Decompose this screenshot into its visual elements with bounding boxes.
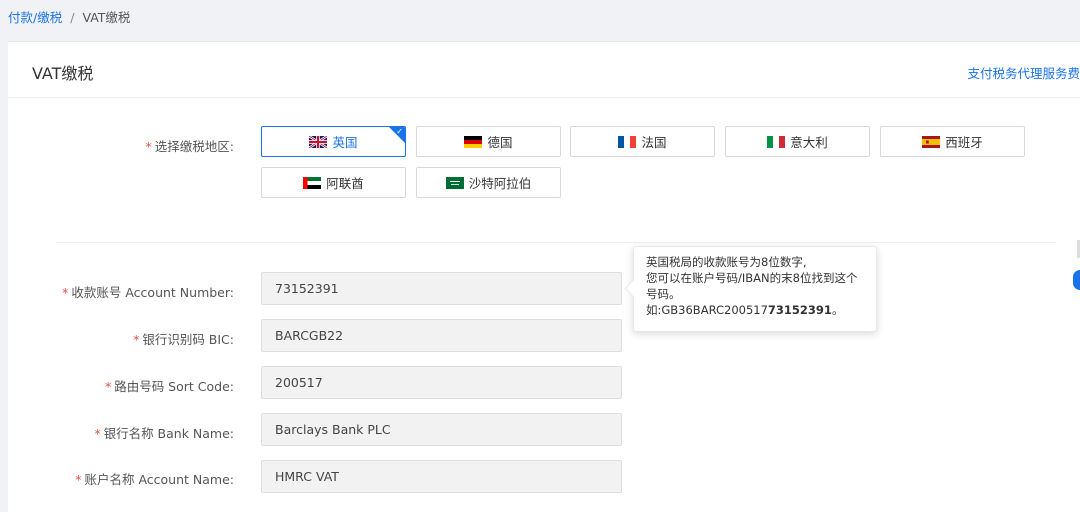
breadcrumb-parent-link[interactable]: 付款/缴税 — [8, 10, 62, 25]
required-mark: * — [145, 139, 152, 154]
bank-name-label: * 银行名称 Bank Name: — [94, 426, 234, 441]
account-name-label: * 账户名称 Account Name: — [75, 472, 234, 487]
region-option-uae[interactable]: 阿联酋 — [261, 167, 406, 198]
breadcrumb-separator: / — [70, 10, 75, 25]
floating-help-button[interactable] — [1073, 270, 1080, 290]
uk-flag-icon — [309, 135, 328, 148]
region-option-germany[interactable]: 德国 — [416, 126, 561, 157]
region-option-saudi-arabia[interactable]: 沙特阿拉伯 — [416, 167, 561, 198]
spain-flag-icon — [922, 135, 941, 148]
italy-flag-icon — [767, 135, 786, 148]
region-label: * 选择缴税地区: — [145, 139, 234, 154]
tooltip-line: 您可以在账户号码/IBAN的末8位找到这个 — [646, 271, 858, 285]
region-option-spain[interactable]: 西班牙 — [880, 126, 1025, 157]
account-number-field[interactable]: 73152391 — [261, 272, 622, 305]
bank-name-field[interactable]: Barclays Bank PLC — [261, 413, 622, 446]
page-title: VAT缴税 — [32, 64, 94, 83]
bic-label: * 银行识别码 BIC: — [133, 332, 234, 347]
agent-service-fee-link[interactable]: 支付税务代理服务费 — [967, 63, 1080, 82]
tooltip-example: 如:GB36BARC20051773152391。 — [646, 303, 844, 317]
account-number-tooltip: 英国税局的收款账号为8位数字, 您可以在账户号码/IBAN的末8位找到这个 号码… — [624, 246, 877, 332]
tooltip-line: 号码。 — [646, 287, 681, 301]
saudi-flag-icon — [445, 176, 464, 189]
uae-flag-icon — [303, 176, 322, 189]
germany-flag-icon — [464, 135, 483, 148]
card-header: VAT缴税 支付税务代理服务费 — [8, 42, 1080, 98]
region-option-label: 英国 — [332, 135, 358, 150]
check-icon: ✓ — [396, 127, 403, 136]
required-mark: * — [104, 379, 112, 394]
account-name-field[interactable]: HMRC VAT — [261, 460, 622, 493]
region-option-label: 德国 — [487, 135, 513, 150]
region-option-label: 阿联酋 — [326, 176, 364, 191]
breadcrumb-current: VAT缴税 — [82, 10, 131, 25]
france-flag-icon — [618, 135, 637, 148]
region-option-label: 沙特阿拉伯 — [468, 176, 532, 191]
sort-code-field[interactable]: 200517 — [261, 366, 622, 399]
region-option-label: 意大利 — [790, 135, 828, 150]
account-number-label: * 收款账号 Account Number: — [62, 285, 234, 300]
tooltip-example-highlight: 73152391 — [767, 303, 832, 317]
required-mark: * — [94, 426, 101, 441]
required-mark: * — [133, 332, 140, 347]
required-mark: * — [62, 285, 69, 300]
sort-code-label: * 路由号码 Sort Code: — [104, 379, 234, 394]
bic-field[interactable]: BARCGB22 — [261, 319, 622, 352]
region-selector: 英国 ✓ 德国 法国 意大利 西班牙 阿联酋 沙特阿拉伯 — [261, 126, 1041, 202]
region-option-france[interactable]: 法国 — [570, 126, 715, 157]
region-option-label: 西班牙 — [945, 135, 983, 150]
region-option-italy[interactable]: 意大利 — [725, 126, 870, 157]
breadcrumb: 付款/缴税 / VAT缴税 — [8, 7, 130, 26]
region-option-uk[interactable]: 英国 ✓ — [261, 126, 406, 157]
region-option-label: 法国 — [641, 135, 667, 150]
tooltip-line: 英国税局的收款账号为8位数字, — [646, 255, 807, 269]
section-divider — [56, 242, 1056, 243]
required-mark: * — [75, 472, 82, 487]
